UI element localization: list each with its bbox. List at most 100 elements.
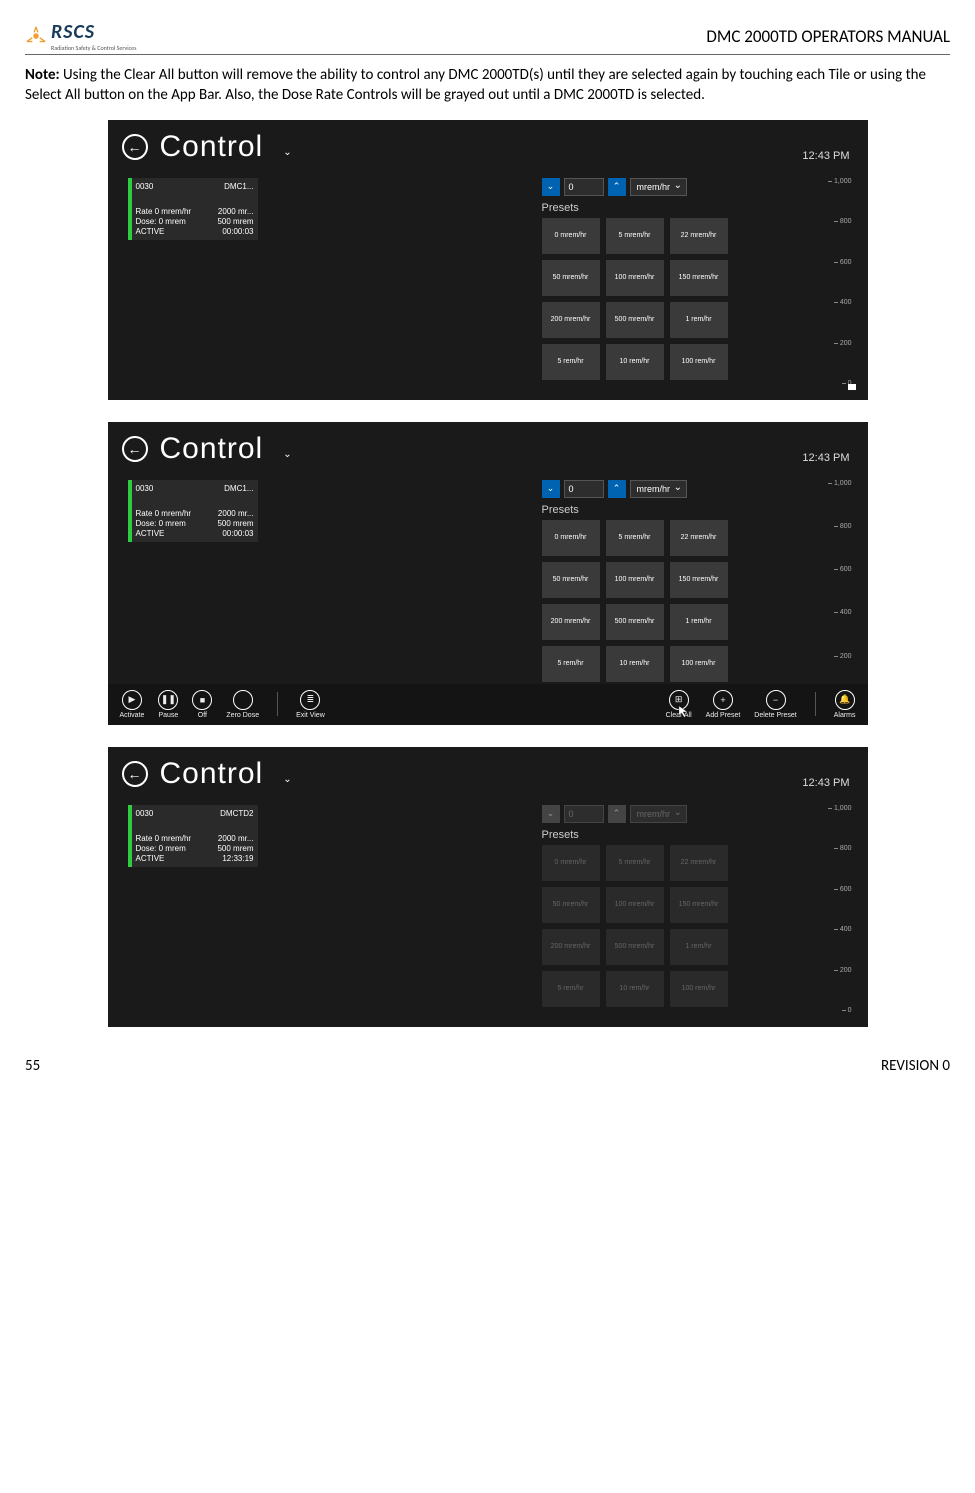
logo-subtitle: Radiation Safety & Control Services (51, 44, 136, 52)
preset-button: 10 rem/hr (606, 971, 664, 1007)
clear-all-button[interactable]: ⊞Clear All (666, 690, 692, 719)
page-title: Control (160, 432, 264, 466)
rate-value[interactable]: 0 (564, 178, 604, 196)
preset-button[interactable]: 5 mrem/hr (606, 520, 664, 556)
logo-text: RSCS (51, 20, 136, 44)
preset-button[interactable]: 22 mrem/hr (670, 520, 728, 556)
presets-label: Presets (542, 829, 802, 841)
preset-button: 150 mrem/hr (670, 887, 728, 923)
preset-button[interactable]: 5 mrem/hr (606, 218, 664, 254)
preset-button[interactable]: 200 mrem/hr (542, 604, 600, 640)
preset-grid: 0 mrem/hr 5 mrem/hr 22 mrem/hr 50 mrem/h… (542, 520, 802, 682)
step-up-button: ⌃ (608, 805, 626, 823)
back-button[interactable]: ← (122, 761, 148, 787)
unit-select[interactable]: mrem/hr (630, 480, 688, 498)
preset-grid: 0 mrem/hr 5 mrem/hr 22 mrem/hr 50 mrem/h… (542, 845, 802, 1007)
step-up-button[interactable]: ⌃ (608, 480, 626, 498)
dose-rate-controls-disabled: ⌄ 0 ⌃ mrem/hr Presets 0 mrem/hr 5 mrem/h… (542, 805, 802, 1015)
preset-button[interactable]: 1 rem/hr (670, 302, 728, 338)
clock: 12:43 PM (802, 777, 849, 789)
preset-button: 0 mrem/hr (542, 845, 600, 881)
preset-button[interactable]: 50 mrem/hr (542, 260, 600, 296)
preset-button[interactable]: 5 rem/hr (542, 646, 600, 682)
scale-marker[interactable] (848, 384, 856, 390)
page-title: Control (160, 130, 264, 164)
step-down-button: ⌄ (542, 805, 560, 823)
preset-button: 1 rem/hr (670, 929, 728, 965)
chevron-down-icon[interactable]: ⌄ (283, 147, 291, 158)
separator (815, 692, 816, 716)
step-down-button[interactable]: ⌄ (542, 178, 560, 196)
presets-label: Presets (542, 202, 802, 214)
logo-icon (25, 25, 47, 47)
page-title: Control (160, 757, 264, 791)
preset-button[interactable]: 10 rem/hr (606, 344, 664, 380)
document-footer: 55 REVISION 0 (25, 1057, 950, 1075)
device-tile[interactable]: 0030DMCTD2 Rate 0 mrem/hr2000 mr... Dose… (128, 805, 258, 867)
preset-grid: 0 mrem/hr 5 mrem/hr 22 mrem/hr 50 mrem/h… (542, 218, 802, 380)
chevron-down-icon[interactable]: ⌄ (283, 774, 291, 785)
screenshot-2: ← Control ⌄ 12:43 PM 0030DMC1... Rate 0 … (108, 422, 868, 725)
preset-button: 200 mrem/hr (542, 929, 600, 965)
page-number: 55 (25, 1057, 40, 1075)
preset-button[interactable]: 1 rem/hr (670, 604, 728, 640)
preset-button[interactable]: 100 rem/hr (670, 344, 728, 380)
app-bar: ▶Activate ❚❚Pause ■Off Zero Dose ≣Exit V… (108, 684, 868, 725)
clock: 12:43 PM (802, 150, 849, 162)
preset-button[interactable]: 500 mrem/hr (606, 302, 664, 338)
step-down-button[interactable]: ⌄ (542, 480, 560, 498)
preset-button[interactable]: 100 rem/hr (670, 646, 728, 682)
unit-select: mrem/hr (630, 805, 688, 823)
preset-button[interactable]: 10 rem/hr (606, 646, 664, 682)
rate-scale: 1,000 800 600 400 200 0 (822, 178, 862, 388)
preset-button[interactable]: 100 mrem/hr (606, 562, 664, 598)
device-tile[interactable]: 0030DMC1... Rate 0 mrem/hr2000 mr... Dos… (128, 178, 258, 240)
note-paragraph: Note: Using the Clear All button will re… (25, 65, 950, 106)
manual-title: DMC 2000TD OPERATORS MANUAL (706, 26, 950, 47)
preset-button[interactable]: 0 mrem/hr (542, 520, 600, 556)
preset-button[interactable]: 0 mrem/hr (542, 218, 600, 254)
preset-button: 5 rem/hr (542, 971, 600, 1007)
screenshot-3: ← Control ⌄ 12:43 PM 0030DMCTD2 Rate 0 m… (108, 747, 868, 1027)
zero-dose-button[interactable]: Zero Dose (226, 690, 259, 719)
note-text: Using the Clear All button will remove t… (25, 66, 926, 104)
preset-button: 5 mrem/hr (606, 845, 664, 881)
dose-rate-controls: ⌄ 0 ⌃ mrem/hr Presets 0 mrem/hr 5 mrem/h… (542, 178, 802, 388)
preset-button: 100 rem/hr (670, 971, 728, 1007)
step-up-button[interactable]: ⌃ (608, 178, 626, 196)
add-preset-button[interactable]: +Add Preset (706, 690, 741, 719)
preset-button: 100 mrem/hr (606, 887, 664, 923)
exit-view-button[interactable]: ≣Exit View (296, 690, 325, 719)
preset-button[interactable]: 22 mrem/hr (670, 218, 728, 254)
preset-button[interactable]: 50 mrem/hr (542, 562, 600, 598)
back-button[interactable]: ← (122, 134, 148, 160)
presets-label: Presets (542, 504, 802, 516)
preset-button[interactable]: 150 mrem/hr (670, 260, 728, 296)
preset-button[interactable]: 500 mrem/hr (606, 604, 664, 640)
delete-preset-button[interactable]: −Delete Preset (754, 690, 796, 719)
separator (277, 692, 278, 716)
preset-button: 50 mrem/hr (542, 887, 600, 923)
preset-button[interactable]: 150 mrem/hr (670, 562, 728, 598)
preset-button[interactable]: 5 rem/hr (542, 344, 600, 380)
back-button[interactable]: ← (122, 436, 148, 462)
logo: RSCS Radiation Safety & Control Services (25, 20, 136, 52)
rate-scale: 1,000 800 600 400 200 (822, 480, 862, 682)
document-header: RSCS Radiation Safety & Control Services… (25, 20, 950, 55)
activate-button[interactable]: ▶Activate (120, 690, 145, 719)
screenshot-1: ← Control ⌄ 12:43 PM 0030DMC1... Rate 0 … (108, 120, 868, 400)
dose-rate-controls: ⌄ 0 ⌃ mrem/hr Presets 0 mrem/hr 5 mrem/h… (542, 480, 802, 682)
rate-value: 0 (564, 805, 604, 823)
preset-button[interactable]: 200 mrem/hr (542, 302, 600, 338)
note-label: Note: (25, 66, 60, 84)
device-tile[interactable]: 0030DMC1... Rate 0 mrem/hr2000 mr... Dos… (128, 480, 258, 542)
off-button[interactable]: ■Off (192, 690, 212, 719)
unit-select[interactable]: mrem/hr (630, 178, 688, 196)
alarms-button[interactable]: 🔔Alarms (834, 690, 856, 719)
clock: 12:43 PM (802, 452, 849, 464)
rate-value[interactable]: 0 (564, 480, 604, 498)
preset-button[interactable]: 100 mrem/hr (606, 260, 664, 296)
preset-button: 500 mrem/hr (606, 929, 664, 965)
chevron-down-icon[interactable]: ⌄ (283, 449, 291, 460)
pause-button[interactable]: ❚❚Pause (158, 690, 178, 719)
